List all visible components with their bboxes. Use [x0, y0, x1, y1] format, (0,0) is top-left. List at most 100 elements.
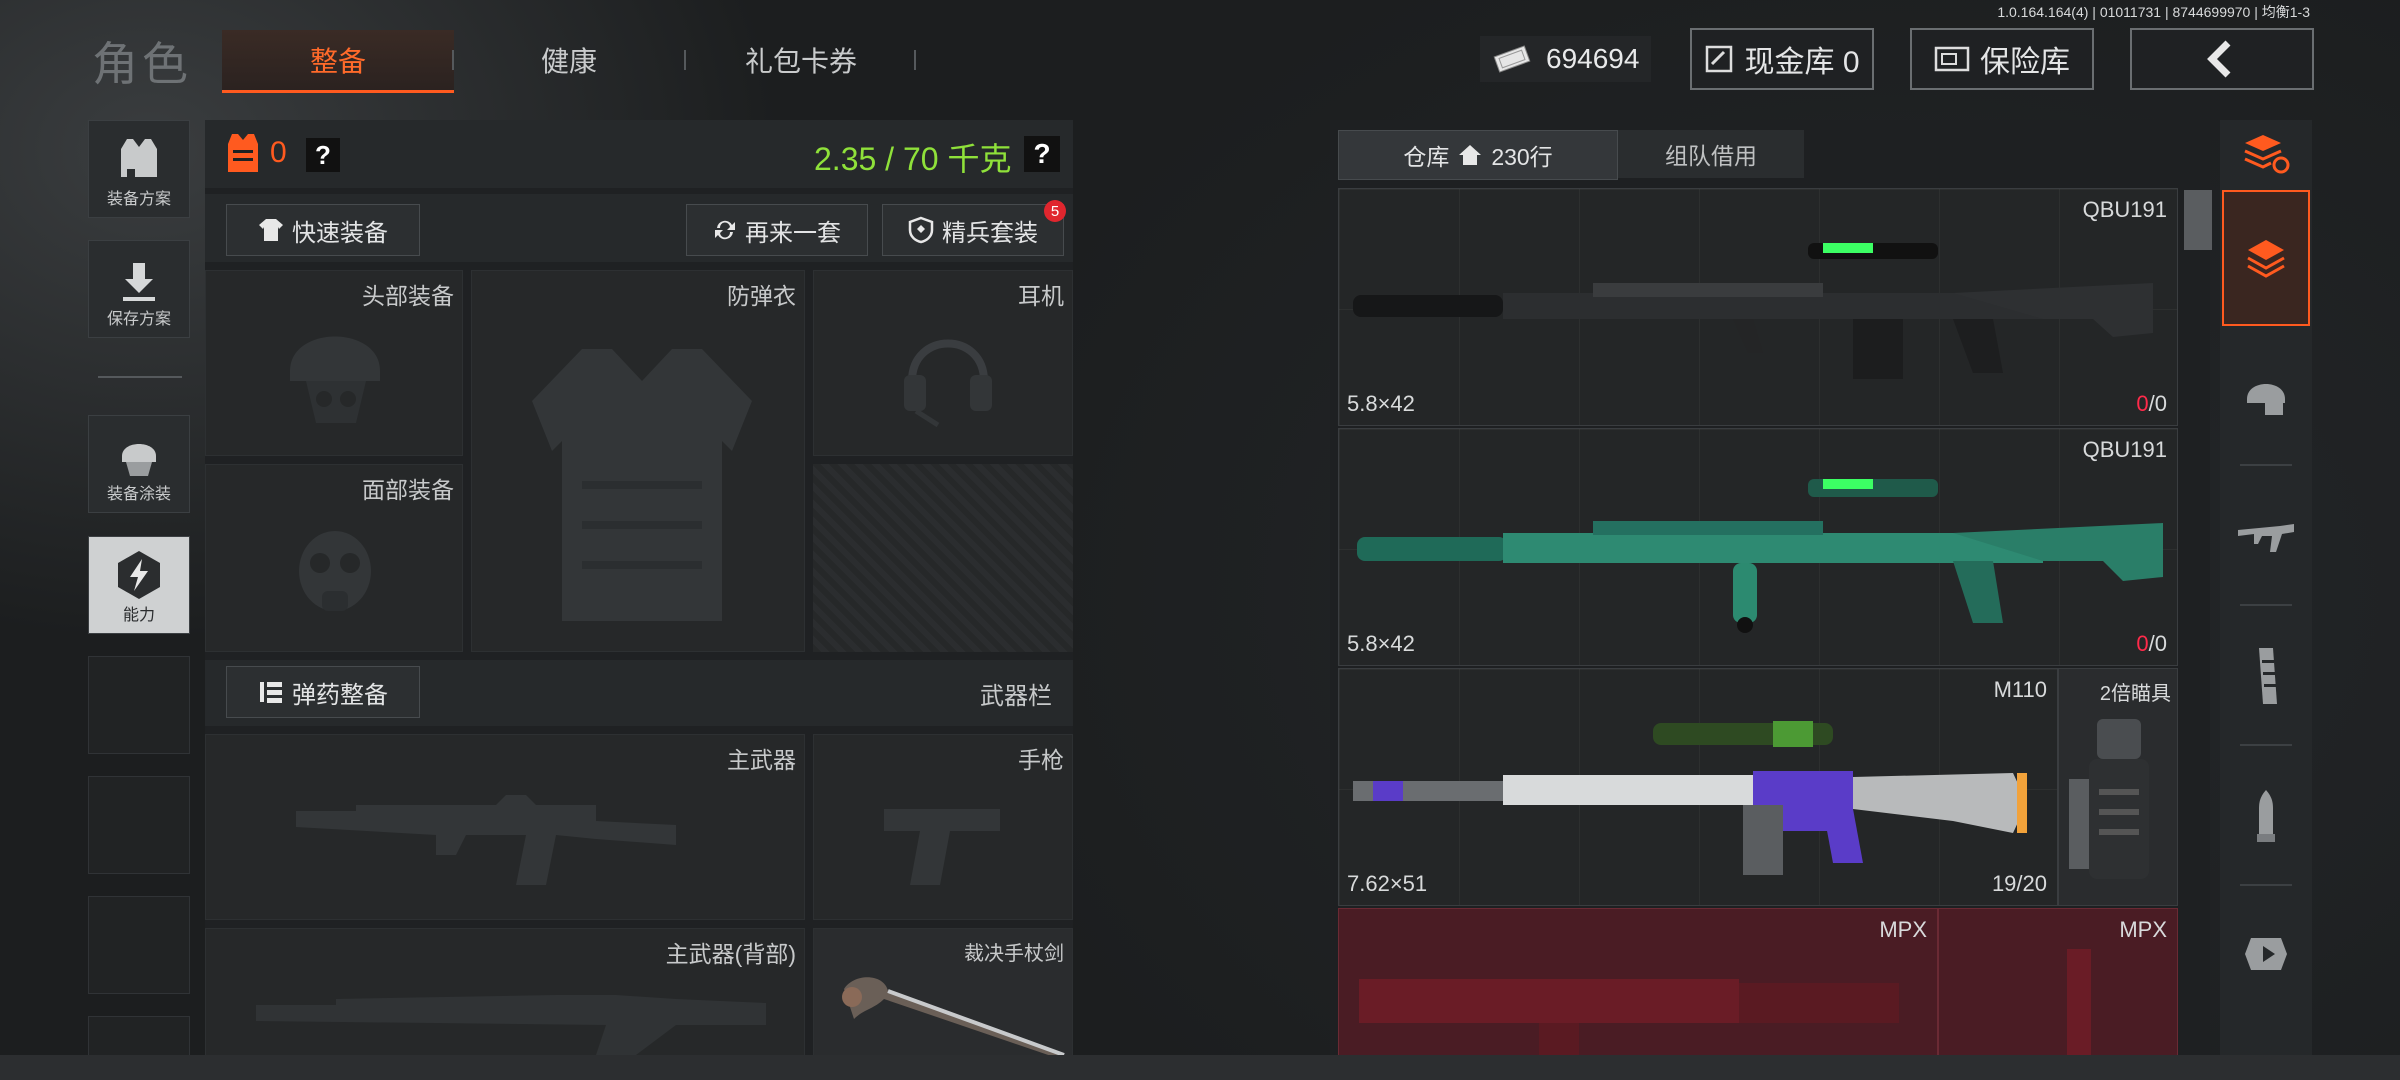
slot-label: 手枪 [1018, 747, 1064, 773]
elite-kit-button[interactable]: 精兵套装 [882, 204, 1064, 256]
ammo-max: /0 [2148, 631, 2167, 656]
helmet-skin-icon [122, 444, 156, 476]
smg-mpx-icon [1359, 979, 1899, 1059]
refresh-icon [715, 220, 735, 240]
shield-icon [908, 216, 934, 244]
rail-empty-slot [88, 896, 190, 994]
slot-primary-weapon-back[interactable]: 主武器(背部) [205, 928, 805, 1058]
slot-primary-weapon[interactable]: 主武器 [205, 734, 805, 920]
armor-icon [228, 134, 258, 172]
category-divider [2240, 884, 2292, 886]
storage-item-2x-scope[interactable]: 2倍瞄具 [2058, 668, 2178, 906]
back-button[interactable] [2130, 28, 2314, 90]
rail-label: 装备方案 [106, 191, 171, 208]
vest-silhouette-icon [532, 349, 752, 621]
slot-pistol[interactable]: 手枪 [813, 734, 1073, 920]
category-magazine[interactable] [2222, 616, 2310, 736]
weight-display: 2.35 / 70 千克 [814, 141, 1012, 177]
rifle-qbu191-camo-icon [1357, 479, 2163, 633]
quick-equip-button[interactable]: 快速装备 [226, 204, 420, 256]
currency-display: 694694 [1480, 36, 1652, 82]
lightning-ability-icon [118, 551, 160, 599]
storage-item-mpx-2[interactable]: MPX [1938, 908, 2178, 1059]
storage-scrollbar-thumb[interactable] [2184, 190, 2212, 250]
ammo-current: 0 [2136, 631, 2149, 656]
vault-icon [1706, 45, 1733, 73]
tab-gift-coupons[interactable]: 礼包卡券 [694, 30, 908, 90]
slot-face[interactable]: 面部装备 [205, 464, 463, 652]
scope-icon [2069, 719, 2149, 879]
notification-badge: 5 [1044, 200, 1066, 222]
insurance-vault-button[interactable]: 保险库 [1910, 28, 2094, 90]
item-ammo: 0/0 [2136, 631, 2167, 657]
cash-icon [1493, 45, 1531, 73]
gas-mask-silhouette-icon [299, 531, 371, 611]
ammo-current: 0 [2136, 391, 2149, 416]
tab-storage[interactable]: 仓库 230行 [1338, 130, 1618, 180]
ammo-prepare-button[interactable]: 弹药整备 [226, 666, 420, 718]
cane-sword-icon [842, 977, 1065, 1059]
storage-item-mpx[interactable]: MPX [1338, 908, 1938, 1059]
ammo-prepare-label: 弹药整备 [292, 681, 388, 709]
rail-skin[interactable]: 装备涂装 [88, 415, 190, 513]
rail-label: 保存方案 [106, 311, 171, 328]
tab-label: 健康 [540, 46, 597, 77]
layers-refresh-icon [2244, 135, 2290, 174]
bullet-icon [2257, 790, 2275, 842]
help-icon[interactable]: ? [306, 138, 340, 172]
rail-ability[interactable]: 能力 [88, 536, 190, 634]
storage-item-qbu191-camo[interactable]: QBU191 5.8×42 0/0 [1338, 428, 2178, 666]
tab-prepare[interactable]: 整备 [222, 30, 454, 93]
cash-vault-label: 现金库 0 [1744, 46, 1860, 79]
slot-label: 主武器(背部) [665, 941, 796, 967]
item-caliber: 5.8×42 [1347, 391, 1415, 416]
slot-headset[interactable]: 耳机 [813, 270, 1073, 456]
home-icon [1459, 145, 1482, 165]
helmet-silhouette-icon [290, 336, 380, 423]
slot-label: 主武器 [727, 747, 796, 773]
slot-head[interactable]: 头部装备 [205, 270, 463, 456]
tab-health[interactable]: 健康 [462, 30, 676, 90]
again-button[interactable]: 再来一套 [686, 204, 868, 256]
category-ammo[interactable] [2222, 756, 2310, 876]
elite-kit-label: 精兵套装 [942, 219, 1038, 247]
rifle-qbu191-icon [1353, 243, 2153, 379]
storage-tab-label: 仓库 [1403, 144, 1450, 170]
tab-divider [914, 50, 916, 70]
rail-label: 装备涂装 [106, 486, 171, 503]
rifle-icon [2238, 524, 2294, 552]
item-name: 2倍瞄具 [2099, 683, 2171, 705]
sort-stack-button[interactable] [2222, 120, 2310, 190]
rail-loadout-plan[interactable]: 装备方案 [88, 120, 190, 218]
cash-vault-button[interactable]: 现金库 0 [1690, 28, 1874, 90]
insurance-label: 保险库 [1980, 46, 2070, 79]
storage-item-m110[interactable]: M110 7.62×51 19/20 [1338, 668, 2058, 906]
shirt-icon [259, 219, 283, 241]
tab-team-borrow[interactable]: 组队借用 [1618, 130, 1804, 178]
category-divider [2240, 604, 2292, 606]
item-name: MPX [2119, 917, 2167, 942]
slot-label: 防弹衣 [727, 283, 796, 309]
money-amount: 694694 [1546, 43, 1640, 74]
slot-label: 裁决手杖剑 [964, 943, 1064, 965]
category-all[interactable] [2222, 190, 2310, 326]
slot-melee[interactable]: 裁决手杖剑 [813, 928, 1073, 1059]
category-attachment[interactable] [2222, 896, 2310, 1016]
item-ammo: 0/0 [2136, 391, 2167, 417]
category-rifle[interactable] [2222, 476, 2310, 596]
weight-help-icon[interactable]: ? [1024, 136, 1060, 172]
magazine-icon [2259, 648, 2277, 704]
pistol-silhouette-icon [884, 809, 1000, 885]
slot-label: 面部装备 [362, 477, 454, 503]
category-helmet[interactable] [2222, 336, 2310, 456]
storage-item-qbu191[interactable]: QBU191 5.8×42 0/0 [1338, 188, 2178, 426]
rail-save-plan[interactable]: 保存方案 [88, 240, 190, 338]
rail-divider [98, 376, 182, 378]
category-divider [2240, 744, 2292, 746]
ammo-max: /0 [2148, 391, 2167, 416]
rifle-silhouette-icon [296, 795, 676, 885]
slot-vest[interactable]: 防弹衣 [471, 270, 805, 652]
slot-label: 耳机 [1018, 283, 1064, 309]
tab-divider [684, 50, 686, 70]
layers-icon [2247, 240, 2285, 278]
